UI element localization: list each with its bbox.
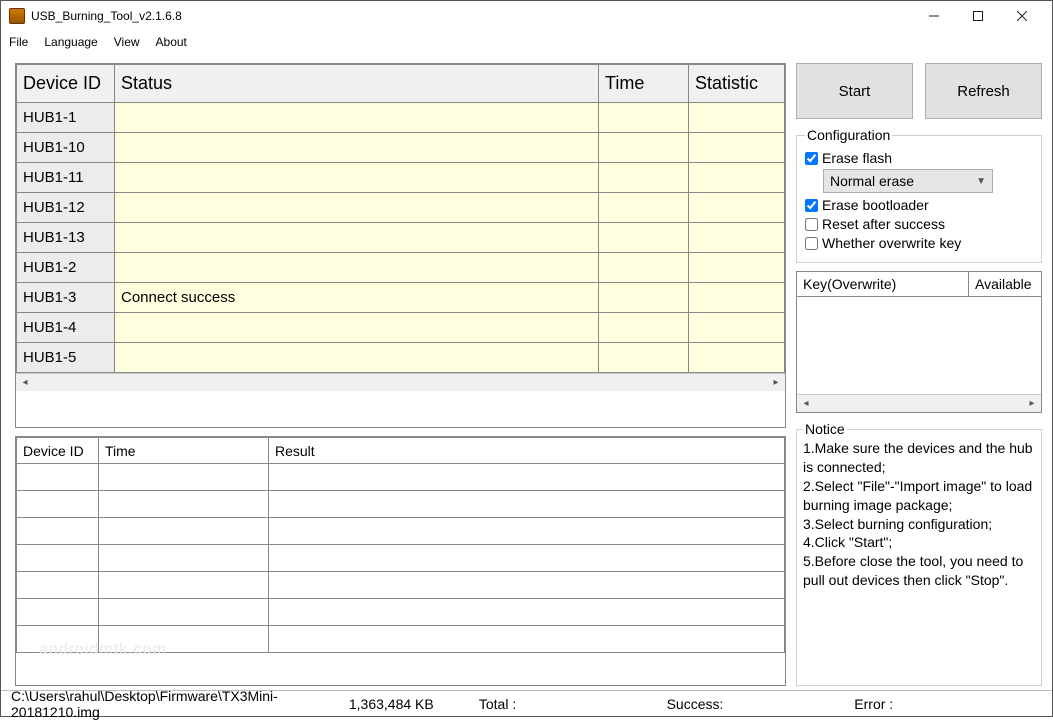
- refresh-button[interactable]: Refresh: [925, 63, 1042, 119]
- col-time[interactable]: Time: [99, 438, 269, 464]
- erase-bootloader-checkbox[interactable]: Erase bootloader: [805, 197, 1033, 213]
- col-status[interactable]: Status: [115, 65, 599, 103]
- table-row: [17, 599, 785, 626]
- start-button[interactable]: Start: [796, 63, 913, 119]
- horizontal-scrollbar[interactable]: ◂ ▸: [16, 373, 785, 391]
- menu-language[interactable]: Language: [44, 35, 97, 49]
- scroll-left-icon[interactable]: ◂: [797, 398, 815, 409]
- status-success: Success:: [667, 696, 855, 712]
- status-size: 1,363,484 KB: [349, 696, 479, 712]
- reset-after-checkbox[interactable]: Reset after success: [805, 216, 1033, 232]
- status-total: Total :: [479, 696, 667, 712]
- overwrite-key-checkbox[interactable]: Whether overwrite key: [805, 235, 1033, 251]
- configuration-group: Configuration Erase flash Normal erase ▼…: [796, 127, 1042, 263]
- table-row[interactable]: HUB1-13: [17, 223, 785, 253]
- window-title: USB_Burning_Tool_v2.1.6.8: [31, 9, 912, 23]
- result-table[interactable]: Device ID Time Result: [15, 436, 786, 686]
- col-device-id[interactable]: Device ID: [17, 65, 115, 103]
- col-key-overwrite[interactable]: Key(Overwrite): [797, 272, 969, 296]
- table-row: [17, 464, 785, 491]
- status-error: Error :: [854, 696, 1042, 712]
- erase-mode-select[interactable]: Normal erase ▼: [823, 169, 993, 193]
- statusbar: C:\Users\rahul\Desktop\Firmware\TX3Mini-…: [1, 690, 1052, 716]
- titlebar: USB_Burning_Tool_v2.1.6.8: [1, 1, 1052, 31]
- status-path: C:\Users\rahul\Desktop\Firmware\TX3Mini-…: [11, 688, 349, 720]
- minimize-button[interactable]: [912, 2, 956, 30]
- col-result[interactable]: Result: [269, 438, 785, 464]
- table-row: [17, 545, 785, 572]
- config-legend: Configuration: [805, 127, 892, 143]
- notice-text: 1.Make sure the devices and the hub is c…: [803, 439, 1035, 590]
- scroll-right-icon[interactable]: ▸: [1023, 398, 1041, 409]
- scroll-right-icon[interactable]: ▸: [767, 377, 785, 388]
- table-row[interactable]: HUB1-2: [17, 253, 785, 283]
- table-row[interactable]: HUB1-10: [17, 133, 785, 163]
- maximize-button[interactable]: [956, 2, 1000, 30]
- scroll-left-icon[interactable]: ◂: [16, 377, 34, 388]
- menu-view[interactable]: View: [114, 35, 140, 49]
- table-row[interactable]: HUB1-5: [17, 343, 785, 373]
- close-button[interactable]: [1000, 2, 1044, 30]
- menu-file[interactable]: File: [9, 35, 28, 49]
- table-row: [17, 491, 785, 518]
- table-row: [17, 626, 785, 653]
- table-row[interactable]: HUB1-4: [17, 313, 785, 343]
- menubar: File Language View About: [1, 31, 1052, 53]
- table-row[interactable]: HUB1-11: [17, 163, 785, 193]
- chevron-down-icon: ▼: [976, 176, 986, 187]
- col-time[interactable]: Time: [599, 65, 689, 103]
- col-available[interactable]: Available: [969, 272, 1041, 296]
- device-table[interactable]: Device ID Status Time Statistic HUB1-1HU…: [15, 63, 786, 428]
- table-row[interactable]: HUB1-1: [17, 103, 785, 133]
- table-row[interactable]: HUB1-3Connect success: [17, 283, 785, 313]
- notice-group: Notice 1.Make sure the devices and the h…: [796, 421, 1042, 686]
- table-row: [17, 572, 785, 599]
- key-table[interactable]: Key(Overwrite) Available ◂ ▸: [796, 271, 1042, 413]
- horizontal-scrollbar[interactable]: ◂ ▸: [797, 394, 1041, 412]
- table-row: [17, 518, 785, 545]
- notice-legend: Notice: [803, 421, 847, 437]
- table-row[interactable]: HUB1-12: [17, 193, 785, 223]
- app-icon: [9, 8, 25, 24]
- menu-about[interactable]: About: [156, 35, 187, 49]
- col-statistic[interactable]: Statistic: [689, 65, 785, 103]
- erase-flash-checkbox[interactable]: Erase flash: [805, 150, 1033, 166]
- col-device-id[interactable]: Device ID: [17, 438, 99, 464]
